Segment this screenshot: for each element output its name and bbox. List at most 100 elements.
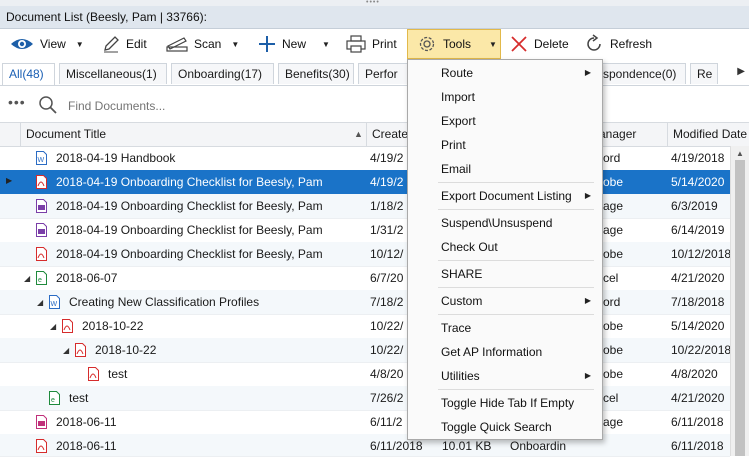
manager: obe (603, 175, 624, 189)
table-row[interactable]: ◢ e 2018-06-07 6/7/20 cel 4/21/2020 (0, 266, 730, 291)
plus-icon (259, 36, 275, 52)
tab-onboarding[interactable]: Onboarding(17) (171, 63, 274, 84)
column-header-title[interactable]: Document Title ▲ (20, 123, 366, 146)
table-row[interactable]: test 4/8/20 obe 4/8/2020 (0, 362, 730, 387)
document-title: 2018-06-11 (56, 439, 117, 453)
tab-benefits[interactable]: Benefits(30) (278, 63, 354, 84)
menu-item-check-out[interactable]: Check Out (408, 235, 602, 259)
print-button[interactable]: Print (346, 29, 397, 59)
tab-all[interactable]: All(48) (2, 63, 55, 85)
table-row[interactable]: e test 7/26/2 cel 4/21/2020 (0, 386, 730, 411)
vertical-scrollbar[interactable]: ▲ (730, 146, 749, 456)
created-date: 7/26/2 (370, 391, 404, 405)
image-file-icon (36, 415, 47, 429)
scan-dropdown-icon[interactable]: ▼ (231, 40, 239, 49)
pencil-icon (104, 36, 119, 53)
scanner-icon (166, 37, 188, 52)
tab-performance[interactable]: Perfor (358, 63, 410, 84)
collapse-icon[interactable]: ◢ (50, 322, 56, 331)
table-row[interactable]: 2018-06-11 6/11/2018 10.01 KB Onboardin … (0, 434, 730, 457)
tab-miscellaneous[interactable]: Miscellaneous(1) (59, 63, 167, 84)
menu-item-import[interactable]: Import (408, 85, 602, 109)
menu-separator (438, 209, 594, 210)
menu-item-toggle-quick-search[interactable]: Toggle Quick Search (408, 415, 602, 439)
manager: obe (603, 247, 624, 261)
manager: age (603, 199, 624, 213)
menu-separator (438, 287, 594, 288)
modified-date: 10/22/2018 (671, 343, 731, 357)
tab-correspondence[interactable]: spondence(0) (600, 63, 686, 84)
submenu-arrow-icon: ▶ (584, 371, 591, 380)
menu-item-export[interactable]: Export (408, 109, 602, 133)
print-label: Print (372, 37, 397, 51)
column-header-manager[interactable]: anager (594, 123, 667, 146)
menu-separator (438, 314, 594, 315)
edit-button[interactable]: Edit (102, 29, 147, 59)
view-label: View (40, 37, 66, 51)
menu-item-email[interactable]: Email (408, 157, 602, 181)
new-dropdown-icon[interactable]: ▼ (322, 40, 330, 49)
menu-item-print[interactable]: Print (408, 133, 602, 157)
menu-item-route[interactable]: Route ▶ (408, 61, 602, 85)
modified-date: 4/21/2020 (671, 391, 725, 405)
table-row[interactable]: 2018-06-11 6/11/2 age 6/11/2018 (0, 410, 730, 435)
close-icon (511, 36, 527, 52)
more-options-icon[interactable]: ••• (8, 94, 26, 110)
menu-item-export-document-listing[interactable]: Export Document Listing ▶ (408, 184, 602, 208)
menu-separator (438, 182, 594, 183)
tools-dropdown-icon[interactable]: ▼ (489, 40, 497, 49)
table-row[interactable]: 2018-04-19 Onboarding Checklist for Bees… (0, 170, 730, 195)
document-title: test (69, 391, 89, 405)
refresh-button[interactable]: Refresh (584, 29, 652, 59)
created-date: 4/8/20 (370, 367, 404, 381)
word-file-icon: W (36, 151, 47, 165)
pdf-file-icon (36, 175, 47, 189)
modified-date: 4/8/2020 (671, 367, 718, 381)
column-title-label: Document Title (26, 127, 107, 141)
modified-date: 4/19/2018 (671, 151, 725, 165)
manager: ord (603, 295, 621, 309)
tab-more[interactable]: Re (690, 63, 718, 84)
edit-label: Edit (126, 37, 147, 51)
gear-icon (419, 36, 435, 52)
tools-button[interactable]: Tools ▼ (407, 29, 501, 59)
view-button[interactable]: View ▼ (10, 29, 84, 59)
scroll-up-icon[interactable]: ▲ (736, 149, 744, 158)
menu-item-route-label: Route (441, 66, 474, 80)
search-input[interactable] (66, 98, 370, 114)
menu-item-custom[interactable]: Custom ▶ (408, 289, 602, 313)
document-title: 2018-06-07 (56, 271, 118, 285)
menu-item-suspend-unsuspend[interactable]: Suspend\Unsuspend (408, 211, 602, 235)
manager: obe (603, 367, 624, 381)
refresh-icon (587, 34, 601, 51)
created-date: 4/19/2 (370, 175, 404, 189)
scan-button[interactable]: Scan ▼ (166, 29, 239, 59)
menu-item-utilities[interactable]: Utilities ▶ (408, 364, 602, 388)
pdf-file-icon (88, 367, 99, 381)
table-row[interactable]: 2018-04-19 Onboarding Checklist for Bees… (0, 194, 730, 219)
document-title: Creating New Classification Profiles (69, 295, 260, 309)
sort-ascending-icon: ▲ (354, 129, 363, 139)
column-header-modified[interactable]: Modified Date (667, 123, 749, 146)
table-row[interactable]: ◢ W Creating New Classification Profiles… (0, 290, 730, 315)
search-icon (39, 96, 57, 114)
menu-item-trace[interactable]: Trace (408, 316, 602, 340)
delete-button[interactable]: Delete (510, 29, 569, 59)
table-row[interactable]: 2018-04-19 Onboarding Checklist for Bees… (0, 218, 730, 243)
view-dropdown-icon[interactable]: ▼ (76, 40, 84, 49)
collapse-icon[interactable]: ◢ (63, 346, 69, 355)
menu-item-get-ap-information[interactable]: Get AP Information (408, 340, 602, 364)
scrollbar-thumb[interactable] (735, 160, 745, 456)
tab-scroll-right-icon[interactable]: ▶ (737, 66, 745, 77)
menu-item-share[interactable]: SHARE (408, 262, 602, 286)
menu-item-toggle-hide-tab[interactable]: Toggle Hide Tab If Empty (408, 391, 602, 415)
collapse-icon[interactable]: ◢ (37, 298, 43, 307)
collapse-icon[interactable]: ◢ (24, 274, 30, 283)
new-button[interactable]: New ▼ (258, 29, 330, 59)
table-row[interactable]: ◢ 2018-10-22 10/22/ obe 5/14/2020 (0, 314, 730, 339)
table-row[interactable]: ◢ 2018-10-22 10/22/ obe 10/22/2018 (0, 338, 731, 363)
table-row[interactable]: 2018-04-19 Onboarding Checklist for Bees… (0, 242, 731, 267)
created-date: 1/18/2 (370, 199, 404, 213)
pdf-file-icon (36, 247, 47, 261)
table-row[interactable]: W 2018-04-19 Handbook 4/19/2 ord 4/19/20… (0, 146, 730, 171)
